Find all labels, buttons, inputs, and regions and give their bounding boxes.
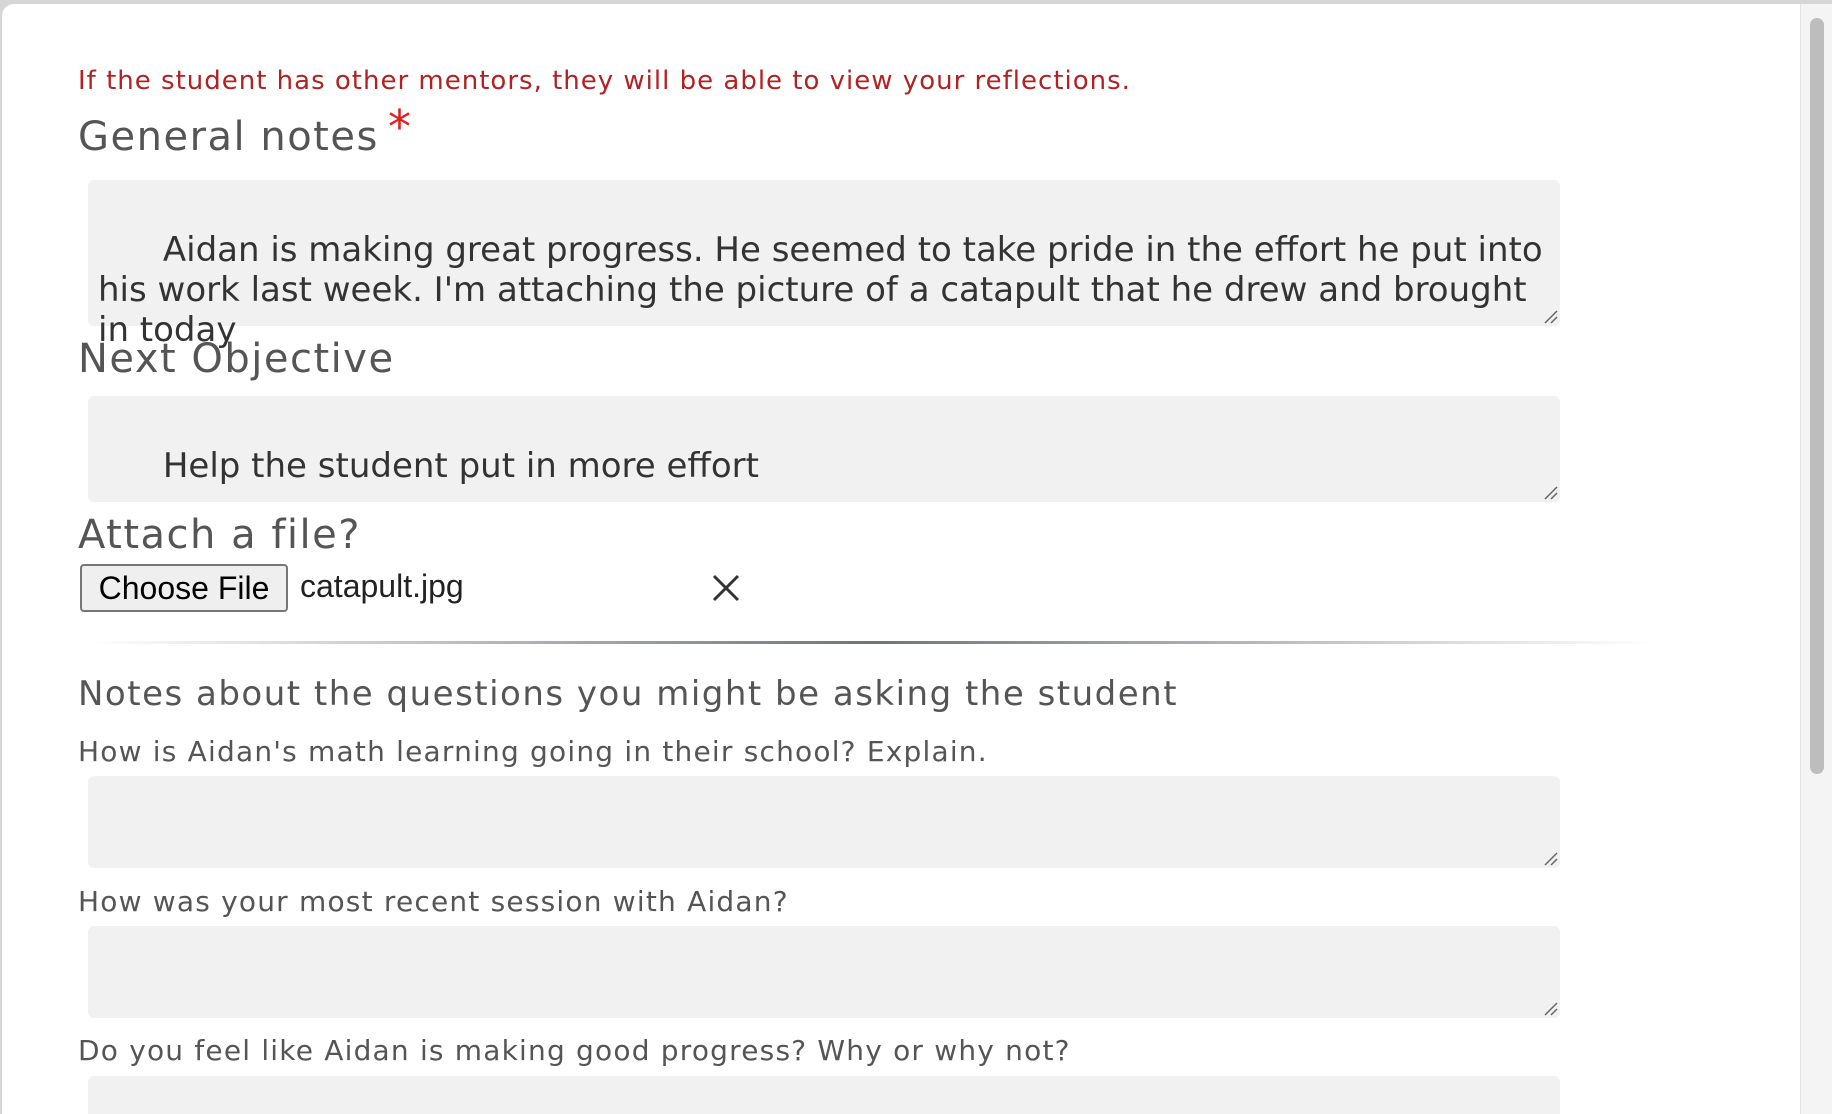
resize-handle-icon[interactable] — [1542, 1000, 1558, 1016]
question-answer-field[interactable] — [88, 926, 1560, 1018]
selected-file-name: catapult.jpg — [300, 568, 464, 604]
questions-section-heading: Notes about the questions you might be a… — [78, 674, 1179, 714]
reflection-form-window: If the student has other mentors, they w… — [2, 4, 1800, 1114]
general-notes-field[interactable]: Aidan is making great progress. He seeme… — [88, 180, 1560, 350]
section-divider — [92, 641, 1652, 644]
question-label: How was your most recent session with Ai… — [78, 885, 789, 918]
required-marker: * — [388, 100, 411, 154]
general-notes-label: General notes — [78, 114, 379, 160]
choose-file-button[interactable]: Choose File — [80, 564, 288, 612]
question-answer-field[interactable] — [88, 776, 1560, 868]
resize-handle-icon[interactable] — [1542, 484, 1558, 500]
attach-file-label: Attach a file? — [78, 512, 361, 558]
resize-handle-icon[interactable] — [1542, 850, 1558, 866]
question-label: How is Aidan's math learning going in th… — [78, 735, 988, 768]
general-notes-value: Aidan is making great progress. He seeme… — [98, 230, 1554, 350]
file-input: Choose File catapult.jpg — [78, 564, 778, 616]
scrollbar-thumb[interactable] — [1810, 18, 1824, 774]
close-icon[interactable] — [708, 570, 744, 606]
next-objective-value: Help the student put in more effort — [162, 446, 759, 486]
next-objective-label: Next Objective — [78, 336, 395, 382]
question-label: Do you feel like Aidan is making good pr… — [78, 1034, 1071, 1067]
next-objective-field[interactable]: Help the student put in more effort — [88, 396, 1560, 502]
resize-handle-icon[interactable] — [1542, 308, 1558, 324]
mentor-visibility-notice: If the student has other mentors, they w… — [78, 66, 1131, 96]
question-answer-field[interactable] — [88, 1076, 1560, 1114]
vertical-scrollbar[interactable] — [1800, 4, 1832, 1114]
